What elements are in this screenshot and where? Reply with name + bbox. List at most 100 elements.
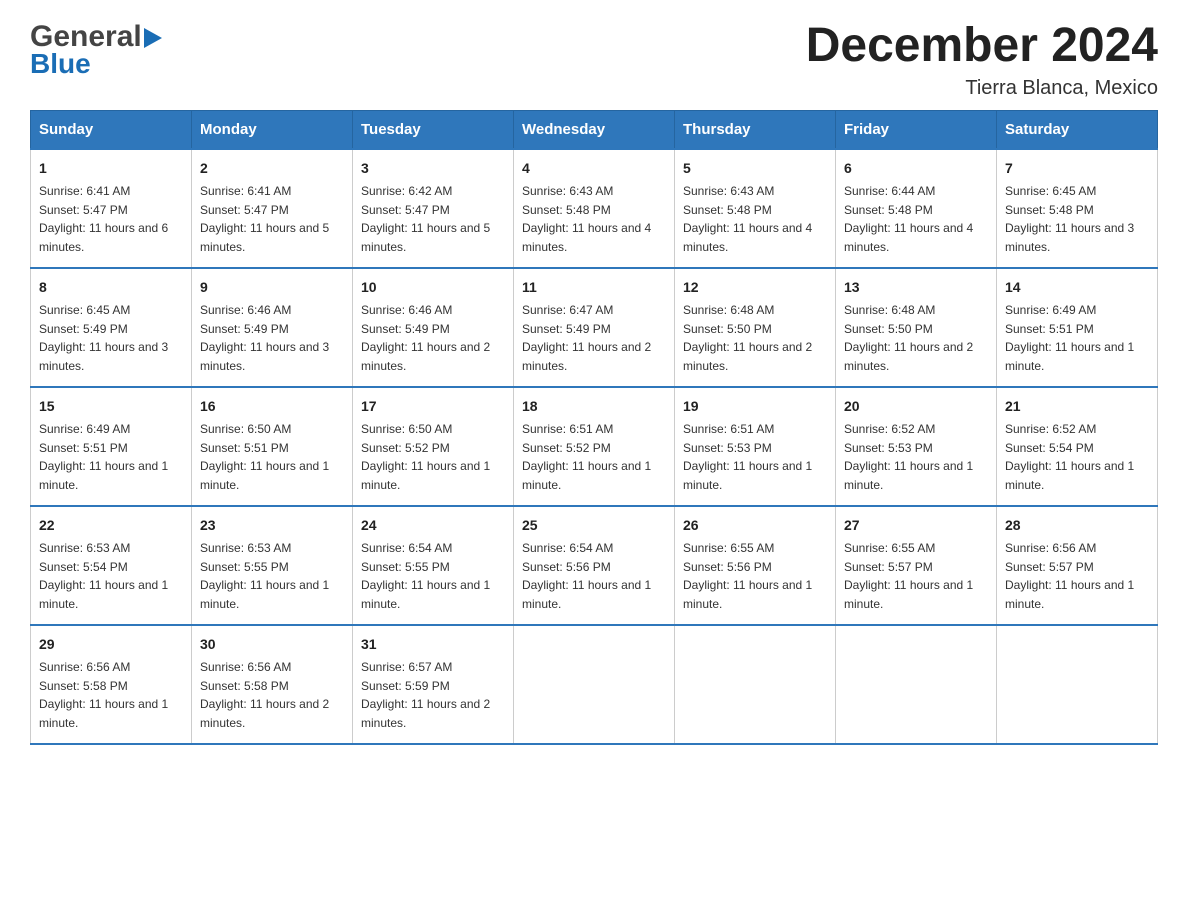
logo-blue-text: Blue [30,48,91,80]
calendar-day: 20 Sunrise: 6:52 AMSunset: 5:53 PMDaylig… [836,387,997,506]
calendar-day: 9 Sunrise: 6:46 AMSunset: 5:49 PMDayligh… [192,268,353,387]
day-info: Sunrise: 6:54 AMSunset: 5:56 PMDaylight:… [522,541,651,611]
day-number: 9 [200,277,344,298]
calendar-day: 22 Sunrise: 6:53 AMSunset: 5:54 PMDaylig… [31,506,192,625]
day-number: 29 [39,634,183,655]
day-info: Sunrise: 6:47 AMSunset: 5:49 PMDaylight:… [522,303,651,373]
day-info: Sunrise: 6:44 AMSunset: 5:48 PMDaylight:… [844,184,973,254]
calendar-day: 24 Sunrise: 6:54 AMSunset: 5:55 PMDaylig… [353,506,514,625]
day-info: Sunrise: 6:52 AMSunset: 5:53 PMDaylight:… [844,422,973,492]
calendar-day: 1 Sunrise: 6:41 AMSunset: 5:47 PMDayligh… [31,149,192,268]
day-number: 10 [361,277,505,298]
weekday-header-saturday: Saturday [997,110,1158,149]
day-info: Sunrise: 6:53 AMSunset: 5:54 PMDaylight:… [39,541,168,611]
logo: General Blue [30,20,162,80]
calendar-day: 8 Sunrise: 6:45 AMSunset: 5:49 PMDayligh… [31,268,192,387]
location-text: Tierra Blanca, Mexico [806,77,1158,100]
day-info: Sunrise: 6:50 AMSunset: 5:52 PMDaylight:… [361,422,490,492]
day-info: Sunrise: 6:52 AMSunset: 5:54 PMDaylight:… [1005,422,1134,492]
day-number: 17 [361,396,505,417]
calendar-day: 10 Sunrise: 6:46 AMSunset: 5:49 PMDaylig… [353,268,514,387]
day-number: 26 [683,515,827,536]
day-number: 28 [1005,515,1149,536]
day-number: 19 [683,396,827,417]
calendar-day: 6 Sunrise: 6:44 AMSunset: 5:48 PMDayligh… [836,149,997,268]
day-number: 25 [522,515,666,536]
day-number: 16 [200,396,344,417]
calendar-week-5: 29 Sunrise: 6:56 AMSunset: 5:58 PMDaylig… [31,625,1158,744]
calendar-header: SundayMondayTuesdayWednesdayThursdayFrid… [31,110,1158,149]
day-info: Sunrise: 6:41 AMSunset: 5:47 PMDaylight:… [39,184,168,254]
day-number: 12 [683,277,827,298]
day-info: Sunrise: 6:46 AMSunset: 5:49 PMDaylight:… [200,303,329,373]
calendar-day: 17 Sunrise: 6:50 AMSunset: 5:52 PMDaylig… [353,387,514,506]
calendar-day: 31 Sunrise: 6:57 AMSunset: 5:59 PMDaylig… [353,625,514,744]
day-number: 11 [522,277,666,298]
calendar-day: 4 Sunrise: 6:43 AMSunset: 5:48 PMDayligh… [514,149,675,268]
logo-arrow-icon [144,28,162,48]
calendar-day: 7 Sunrise: 6:45 AMSunset: 5:48 PMDayligh… [997,149,1158,268]
calendar-day: 19 Sunrise: 6:51 AMSunset: 5:53 PMDaylig… [675,387,836,506]
day-info: Sunrise: 6:43 AMSunset: 5:48 PMDaylight:… [522,184,651,254]
day-number: 13 [844,277,988,298]
weekday-header-thursday: Thursday [675,110,836,149]
day-info: Sunrise: 6:48 AMSunset: 5:50 PMDaylight:… [844,303,973,373]
day-info: Sunrise: 6:50 AMSunset: 5:51 PMDaylight:… [200,422,329,492]
day-info: Sunrise: 6:57 AMSunset: 5:59 PMDaylight:… [361,660,490,730]
calendar-day: 26 Sunrise: 6:55 AMSunset: 5:56 PMDaylig… [675,506,836,625]
calendar-day: 18 Sunrise: 6:51 AMSunset: 5:52 PMDaylig… [514,387,675,506]
calendar-day [997,625,1158,744]
calendar-week-4: 22 Sunrise: 6:53 AMSunset: 5:54 PMDaylig… [31,506,1158,625]
day-info: Sunrise: 6:45 AMSunset: 5:49 PMDaylight:… [39,303,168,373]
day-number: 18 [522,396,666,417]
calendar-week-1: 1 Sunrise: 6:41 AMSunset: 5:47 PMDayligh… [31,149,1158,268]
day-number: 21 [1005,396,1149,417]
weekday-header-monday: Monday [192,110,353,149]
day-number: 7 [1005,158,1149,179]
calendar-body: 1 Sunrise: 6:41 AMSunset: 5:47 PMDayligh… [31,149,1158,744]
day-info: Sunrise: 6:55 AMSunset: 5:56 PMDaylight:… [683,541,812,611]
day-info: Sunrise: 6:49 AMSunset: 5:51 PMDaylight:… [1005,303,1134,373]
calendar-day [836,625,997,744]
calendar-day: 3 Sunrise: 6:42 AMSunset: 5:47 PMDayligh… [353,149,514,268]
day-info: Sunrise: 6:49 AMSunset: 5:51 PMDaylight:… [39,422,168,492]
calendar-day: 15 Sunrise: 6:49 AMSunset: 5:51 PMDaylig… [31,387,192,506]
day-number: 4 [522,158,666,179]
calendar-day: 30 Sunrise: 6:56 AMSunset: 5:58 PMDaylig… [192,625,353,744]
day-info: Sunrise: 6:55 AMSunset: 5:57 PMDaylight:… [844,541,973,611]
day-info: Sunrise: 6:48 AMSunset: 5:50 PMDaylight:… [683,303,812,373]
day-number: 22 [39,515,183,536]
calendar-day: 13 Sunrise: 6:48 AMSunset: 5:50 PMDaylig… [836,268,997,387]
day-info: Sunrise: 6:53 AMSunset: 5:55 PMDaylight:… [200,541,329,611]
day-number: 24 [361,515,505,536]
calendar-day: 5 Sunrise: 6:43 AMSunset: 5:48 PMDayligh… [675,149,836,268]
day-number: 30 [200,634,344,655]
calendar-day: 21 Sunrise: 6:52 AMSunset: 5:54 PMDaylig… [997,387,1158,506]
calendar-day: 28 Sunrise: 6:56 AMSunset: 5:57 PMDaylig… [997,506,1158,625]
calendar-day: 23 Sunrise: 6:53 AMSunset: 5:55 PMDaylig… [192,506,353,625]
day-info: Sunrise: 6:45 AMSunset: 5:48 PMDaylight:… [1005,184,1134,254]
day-info: Sunrise: 6:56 AMSunset: 5:58 PMDaylight:… [200,660,329,730]
day-number: 23 [200,515,344,536]
calendar-day: 27 Sunrise: 6:55 AMSunset: 5:57 PMDaylig… [836,506,997,625]
day-number: 20 [844,396,988,417]
day-info: Sunrise: 6:43 AMSunset: 5:48 PMDaylight:… [683,184,812,254]
calendar-day: 14 Sunrise: 6:49 AMSunset: 5:51 PMDaylig… [997,268,1158,387]
calendar-table: SundayMondayTuesdayWednesdayThursdayFrid… [30,110,1158,745]
day-info: Sunrise: 6:42 AMSunset: 5:47 PMDaylight:… [361,184,490,254]
weekday-header-row: SundayMondayTuesdayWednesdayThursdayFrid… [31,110,1158,149]
calendar-week-2: 8 Sunrise: 6:45 AMSunset: 5:49 PMDayligh… [31,268,1158,387]
calendar-day [514,625,675,744]
day-number: 27 [844,515,988,536]
day-number: 14 [1005,277,1149,298]
month-title: December 2024 [806,20,1158,73]
day-info: Sunrise: 6:54 AMSunset: 5:55 PMDaylight:… [361,541,490,611]
calendar-week-3: 15 Sunrise: 6:49 AMSunset: 5:51 PMDaylig… [31,387,1158,506]
calendar-day: 25 Sunrise: 6:54 AMSunset: 5:56 PMDaylig… [514,506,675,625]
day-number: 6 [844,158,988,179]
day-number: 1 [39,158,183,179]
day-number: 2 [200,158,344,179]
day-number: 8 [39,277,183,298]
day-info: Sunrise: 6:56 AMSunset: 5:58 PMDaylight:… [39,660,168,730]
weekday-header-wednesday: Wednesday [514,110,675,149]
